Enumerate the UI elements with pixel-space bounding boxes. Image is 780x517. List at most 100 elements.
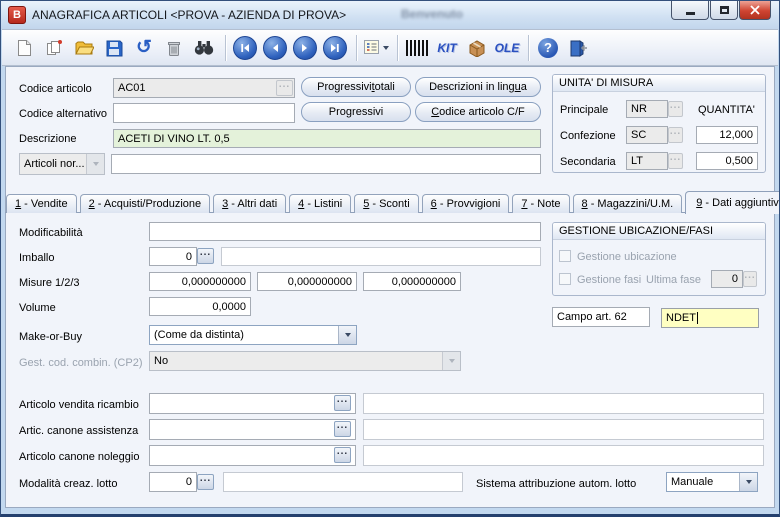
- save-icon: [106, 40, 123, 56]
- gestione-panel-title: GESTIONE UBICAZIONE/FASI: [553, 223, 765, 240]
- ultima-fase-browse-button: [743, 271, 757, 287]
- principale-code-field[interactable]: NR: [626, 100, 668, 118]
- secondaria-code-field[interactable]: LT: [626, 152, 668, 170]
- close-button[interactable]: [739, 1, 771, 20]
- window-title: ANAGRAFICA ARTICOLI <PROVA - AZIENDA DI …: [32, 8, 347, 22]
- barcode-icon: [406, 39, 428, 56]
- tab-note[interactable]: 7 - Note: [512, 194, 570, 213]
- button-label: otali: [374, 81, 395, 93]
- first-record-button[interactable]: [231, 34, 259, 62]
- campo-art-62-field[interactable]: NDET: [661, 308, 759, 328]
- undo-icon: ↺: [136, 37, 152, 58]
- articolo-vendita-ricambio-browse-button[interactable]: [334, 395, 351, 411]
- undo-button[interactable]: ↺: [130, 34, 158, 62]
- codice-articolo-cf-button[interactable]: Codice articolo C/F: [415, 102, 541, 122]
- application-window: B ANAGRAFICA ARTICOLI <PROVA - AZIENDA D…: [0, 0, 780, 517]
- tab-strip: 1 - Vendite 2 - Acquisti/Produzione 3 - …: [6, 189, 779, 214]
- tab-acquisti-produzione[interactable]: 2 - Acquisti/Produzione: [79, 194, 211, 213]
- tab-magazzini-um[interactable]: 8 - Magazzini/U.M.: [572, 194, 683, 213]
- articolo-canone-noleggio-browse-button[interactable]: [334, 447, 351, 463]
- confezione-qty-field[interactable]: 12,000: [696, 126, 758, 144]
- articoli-nor-field[interactable]: [111, 154, 541, 174]
- minimize-button[interactable]: [671, 1, 709, 20]
- last-record-button[interactable]: [321, 34, 349, 62]
- volume-label: Volume: [19, 302, 56, 314]
- duplicate-button[interactable]: [40, 34, 68, 62]
- imballo-code-field[interactable]: 0: [149, 247, 197, 266]
- modalita-creaz-lotto-browse-button[interactable]: [197, 474, 214, 490]
- artic-canone-assistenza-desc: [363, 419, 764, 440]
- volume-field[interactable]: 0,0000: [149, 297, 251, 316]
- codice-articolo-label: Codice articolo: [19, 83, 92, 95]
- chevron-down-icon: [448, 359, 455, 366]
- secondaria-qty-field[interactable]: 0,500: [696, 152, 758, 170]
- modalita-creaz-lotto-field[interactable]: 0: [149, 472, 197, 492]
- sistema-attribuzione-dropdown-button[interactable]: [739, 473, 757, 491]
- ultima-fase-label: Ultima fase: [646, 274, 702, 286]
- sistema-attribuzione-select[interactable]: Manuale: [666, 472, 758, 492]
- codice-articolo-field[interactable]: AC01: [113, 78, 295, 98]
- tab-provvigioni[interactable]: 6 - Provvigioni: [421, 194, 510, 213]
- articolo-canone-noleggio-desc: [363, 445, 764, 466]
- ole-button[interactable]: OLE: [493, 34, 521, 62]
- codice-alternativo-field[interactable]: [113, 103, 295, 123]
- progressivi-button[interactable]: Progressivi: [301, 102, 411, 122]
- toolbar-separator: [356, 34, 357, 61]
- modificabilita-field[interactable]: [149, 222, 541, 241]
- misura-2-field[interactable]: 0,000000000: [257, 272, 357, 291]
- previous-record-icon: [263, 35, 287, 60]
- exit-button[interactable]: [564, 34, 592, 62]
- chevron-down-icon: [745, 480, 752, 487]
- duplicate-icon: [47, 39, 62, 55]
- modalita-creaz-lotto-desc: [223, 472, 463, 492]
- tab-dati-aggiuntivi[interactable]: 9 - Dati aggiuntivi: [685, 191, 779, 214]
- search-button[interactable]: [190, 34, 218, 62]
- articoli-nor-selector[interactable]: Articoli nor...: [19, 153, 105, 175]
- button-label: Progressivi: [317, 81, 372, 93]
- chevron-down-icon: [92, 162, 99, 169]
- articolo-canone-noleggio-field[interactable]: [149, 445, 356, 466]
- make-or-buy-dropdown-button[interactable]: [338, 326, 356, 344]
- articolo-vendita-ricambio-field[interactable]: [149, 393, 356, 414]
- next-record-button[interactable]: [291, 34, 319, 62]
- previous-record-button[interactable]: [261, 34, 289, 62]
- checklist-icon: [363, 40, 379, 54]
- codice-articolo-browse-button: [276, 80, 293, 96]
- confezione-code-field[interactable]: SC: [626, 126, 668, 144]
- articolo-canone-noleggio-label: Articolo canone noleggio: [19, 451, 140, 463]
- open-button[interactable]: [70, 34, 98, 62]
- checklist-button[interactable]: [362, 34, 390, 62]
- maximize-button[interactable]: [710, 1, 738, 20]
- misura-1-field[interactable]: 0,000000000: [149, 272, 251, 291]
- package-button[interactable]: [463, 34, 491, 62]
- artic-canone-assistenza-label: Artic. canone assistenza: [19, 425, 139, 437]
- artic-canone-assistenza-field[interactable]: [149, 419, 356, 440]
- help-button[interactable]: [534, 34, 562, 62]
- kit-button[interactable]: KIT: [433, 34, 461, 62]
- new-document-button[interactable]: [10, 34, 38, 62]
- sistema-attribuzione-label: Sistema attribuzione autom. lotto: [476, 478, 637, 490]
- descrizioni-in-lingua-button[interactable]: Descrizioni in ling u a: [415, 77, 541, 97]
- gest-cod-combin-dropdown-button: [442, 352, 460, 370]
- articoli-nor-label: Articoli nor...: [24, 158, 85, 170]
- app-logo-icon: B: [8, 6, 26, 24]
- artic-canone-assistenza-browse-button[interactable]: [334, 421, 351, 437]
- descrizione-field[interactable]: ACETI DI VINO LT. 0,5: [113, 129, 541, 148]
- tab-vendite[interactable]: 1 - Vendite: [6, 194, 77, 213]
- titlebar[interactable]: B ANAGRAFICA ARTICOLI <PROVA - AZIENDA D…: [1, 1, 779, 29]
- minimize-icon: [685, 11, 695, 15]
- barcode-button[interactable]: [403, 34, 431, 62]
- imballo-label: Imballo: [19, 252, 55, 264]
- checklist-dropdown-icon: [382, 46, 389, 53]
- tab-listini[interactable]: 4 - Listini: [289, 194, 352, 213]
- progressivi-totali-button[interactable]: Progressivi t otali: [301, 77, 411, 97]
- make-or-buy-select[interactable]: (Come da distinta): [149, 325, 357, 345]
- misura-3-field[interactable]: 0,000000000: [363, 272, 461, 291]
- delete-button[interactable]: [160, 34, 188, 62]
- imballo-browse-button[interactable]: [197, 248, 214, 264]
- save-button[interactable]: [100, 34, 128, 62]
- tab-altri-dati[interactable]: 3 - Altri dati: [213, 194, 287, 213]
- maximize-icon: [719, 6, 729, 14]
- tab-sconti[interactable]: 5 - Sconti: [354, 194, 419, 213]
- new-document-icon: [18, 39, 31, 56]
